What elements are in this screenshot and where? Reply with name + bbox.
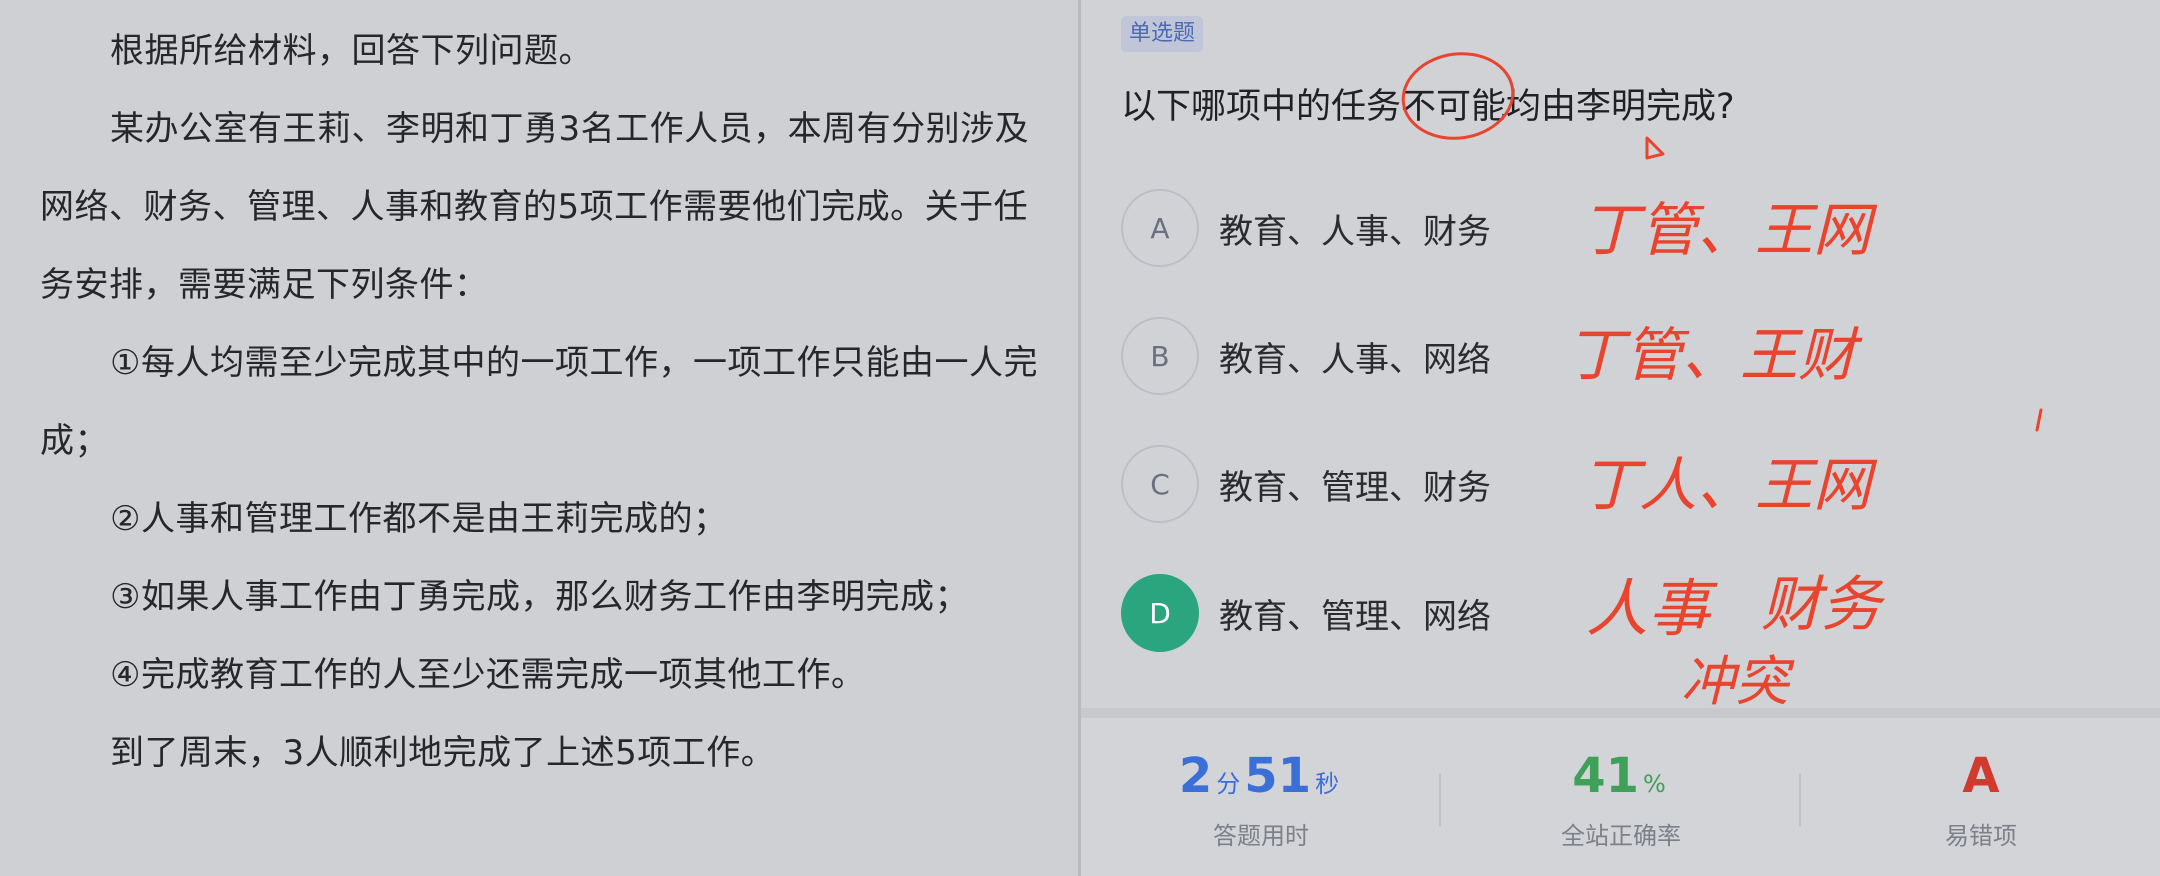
option-c[interactable]: C 教育、管理、财务: [1121, 442, 1541, 526]
time-seconds-unit: 秒: [1315, 770, 1340, 798]
material-paragraph: 到了周末，3人顺利地完成了上述5项工作。: [110, 733, 776, 773]
handwritten-note: 丁人、王网: [1581, 453, 1878, 518]
option-b[interactable]: B 教育、人事、网络: [1121, 314, 1541, 398]
material-paragraph: ②人事和管理工作都不是由王莉完成的；: [110, 499, 728, 539]
option-letter: B: [1121, 317, 1199, 395]
material-paragraph: ①每人均需至少完成其中的一项工作，一项工作只能由一人完成；: [40, 343, 1038, 461]
option-text: 教育、人事、财务: [1219, 211, 1491, 252]
material-panel: 根据所给材料，回答下列问题。 某办公室有王莉、李明和丁勇3名工作人员，本周有分别…: [0, 0, 1078, 876]
handwritten-note: 丁管、王财: [1566, 323, 1863, 388]
option-text: 教育、管理、财务: [1219, 467, 1491, 508]
accuracy-stat: 41 % 全站正确率: [1501, 748, 1741, 851]
time-seconds: 51: [1244, 748, 1312, 804]
time-label: 答题用时: [1213, 822, 1309, 850]
option-d[interactable]: D 教育、管理、网络: [1121, 571, 1541, 655]
accuracy-unit: %: [1642, 770, 1666, 798]
question-stem: 以下哪项中的任务不可能均由李明完成?: [1121, 87, 1735, 127]
stat-divider: [1799, 774, 1801, 826]
question-panel: 单选题 以下哪项中的任务不可能均由李明完成? A 教育、人事、财务 B 教育、人…: [1081, 0, 2160, 708]
common-wrong-label: 易错项: [1945, 822, 2017, 850]
time-minutes: 2: [1178, 748, 1213, 804]
handwritten-note: 冲突: [1681, 652, 1795, 708]
question-type-badge: 单选题: [1121, 16, 1204, 52]
option-a[interactable]: A 教育、人事、财务: [1121, 186, 1541, 270]
material-paragraph: ④完成教育工作的人至少还需完成一项其他工作。: [110, 655, 866, 695]
option-letter: A: [1121, 189, 1199, 267]
time-minutes-unit: 分: [1216, 770, 1241, 798]
option-letter: D: [1121, 574, 1199, 652]
time-stat: 2 分 51 秒 答题用时: [1141, 748, 1381, 851]
option-text: 教育、人事、网络: [1219, 339, 1491, 380]
common-wrong-value: A: [1962, 748, 2000, 804]
common-wrong-stat: A 易错项: [1861, 748, 2101, 851]
handwritten-note: 财务: [1761, 571, 1886, 638]
accuracy-value: 41: [1572, 748, 1639, 804]
material-paragraph: 根据所给材料，回答下列问题。: [110, 31, 593, 71]
ink-triangle-mark: [1645, 136, 1665, 160]
ink-dot: [2035, 408, 2043, 432]
handwritten-note: 丁管、王网: [1581, 198, 1878, 263]
stats-separator: [1081, 708, 2160, 718]
stats-bar: 2 分 51 秒 答题用时 41 % 全站正确率 A 易错项: [1081, 718, 2160, 876]
handwritten-note: 人事: [1586, 575, 1718, 644]
accuracy-label: 全站正确率: [1561, 822, 1681, 850]
material-paragraph: 某办公室有王莉、李明和丁勇3名工作人员，本周有分别涉及网络、财务、管理、人事和教…: [40, 109, 1030, 305]
option-text: 教育、管理、网络: [1219, 596, 1491, 637]
option-letter: C: [1121, 445, 1199, 523]
stat-divider: [1439, 774, 1441, 826]
material-paragraph: ③如果人事工作由丁勇完成，那么财务工作由李明完成；: [110, 577, 969, 617]
